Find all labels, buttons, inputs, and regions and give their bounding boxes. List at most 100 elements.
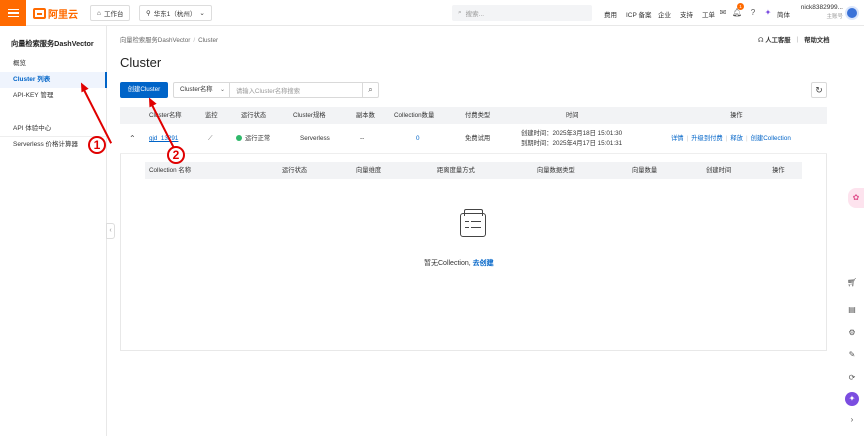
table-row: ⌃ gjd_13291 ⟋ 运行正常 Serverless -- 0 免费试用 … xyxy=(120,124,827,154)
billing-cell: 免费试用 xyxy=(465,135,491,142)
breadcrumb: 向量检索服务DashVector / Cluster xyxy=(120,37,219,44)
cluster-table-header: Cluster名称 监控 运行状态 Cluster规格 副本数 Collecti… xyxy=(120,107,827,124)
search-placeholder: 搜索... xyxy=(465,11,485,18)
annotation-marker-2: 2 xyxy=(167,146,185,164)
search-icon: ⌕ xyxy=(458,9,462,16)
page-title: Cluster xyxy=(120,55,162,70)
collection-count-link[interactable]: 0 xyxy=(416,124,420,154)
print-icon[interactable]: ▤ xyxy=(843,305,861,314)
monitor-chart-icon[interactable]: ⟋ xyxy=(208,124,212,154)
nav-link-ticket[interactable]: 工单 xyxy=(702,9,715,19)
cart-icon[interactable]: 🛒︎ xyxy=(843,278,861,287)
nav-link-icp[interactable]: ICP 备案 xyxy=(626,9,652,19)
filter-field-select[interactable]: Cluster名称 ⌄ xyxy=(174,83,230,97)
logo-mark-icon xyxy=(33,8,46,19)
menu-icon[interactable] xyxy=(0,0,26,26)
empty-state: 暂无Collection, 去创建 xyxy=(424,258,494,268)
sidebar-item-cluster-list[interactable]: Cluster 列表 xyxy=(0,72,107,88)
aliyun-logo[interactable]: 阿里云 xyxy=(33,7,78,21)
logo-text: 阿里云 xyxy=(48,10,78,21)
col-metric: 距离度量方式 xyxy=(437,167,475,174)
help-icon[interactable]: ? xyxy=(748,8,758,18)
user-name: nick8382999... xyxy=(800,4,843,11)
customer-service-link[interactable]: ☊ 人工客服 xyxy=(758,35,791,44)
region-label: 华东1（杭州） xyxy=(153,11,197,18)
collapse-row-icon[interactable]: ⌃ xyxy=(129,124,136,154)
cluster-filter: Cluster名称 ⌄ 请输入Cluster名称搜索 ⌕ xyxy=(173,82,379,98)
row-actions: 详情 | 升级到付费 | 释放 | 创建Collection xyxy=(671,135,791,142)
status-cell: 运行正常 xyxy=(236,124,270,154)
customer-service-label: 人工客服 xyxy=(765,37,791,44)
header-actions: ☊ 人工客服 | 帮助文档 xyxy=(758,35,830,44)
create-cluster-button[interactable]: 创建Cluster xyxy=(120,82,168,98)
sidebar-collapse-button[interactable]: ‹ xyxy=(106,223,115,239)
region-selector[interactable]: ⚲ 华东1（杭州） ⌄ xyxy=(139,5,212,21)
go-create-link[interactable]: 去创建 xyxy=(473,260,494,267)
col-dimension: 向量维度 xyxy=(356,167,382,174)
col-collection-actions: 操作 xyxy=(772,167,785,174)
col-vector-count: 向量数量 xyxy=(632,167,658,174)
collection-table-header: Collection 名称 运行状态 向量维度 距离度量方式 向量数据类型 向量… xyxy=(145,162,802,179)
filter-field-label: Cluster名称 xyxy=(180,86,213,93)
settings-icon[interactable]: ⚙ xyxy=(843,328,861,337)
workbench-button[interactable]: ⌂ 工作台 xyxy=(90,5,131,21)
expire-time: 到期时间：2025年4月17日 15:01:31 xyxy=(521,140,623,147)
col-spec: Cluster规格 xyxy=(293,112,326,119)
col-monitor: 监控 xyxy=(205,112,218,119)
chevron-down-icon: ⌄ xyxy=(219,87,225,93)
nav-link-support[interactable]: 支持 xyxy=(680,9,693,19)
avatar[interactable] xyxy=(845,6,859,20)
created-time: 创建时间：2025年3月18日 15:01:30 xyxy=(521,130,623,137)
col-collection-count: Collection数量 xyxy=(394,112,435,119)
details-link[interactable]: 详情 xyxy=(671,135,684,142)
replicas-cell: -- xyxy=(360,135,365,142)
language-switch[interactable]: 简体 xyxy=(777,9,790,19)
assistant-icon[interactable]: ✦ xyxy=(845,392,859,406)
sidebar: 向量检索服务DashVector 概览 Cluster 列表 API-KEY 管… xyxy=(0,26,107,436)
col-collection-status: 运行状态 xyxy=(282,167,308,174)
global-search-input[interactable]: ⌕ 搜索... xyxy=(452,5,592,21)
collection-panel xyxy=(120,154,827,351)
empty-message: 暂无Collection, xyxy=(424,260,471,267)
col-replicas: 副本数 xyxy=(356,112,375,119)
col-status: 运行状态 xyxy=(241,112,267,119)
time-cell: 创建时间：2025年3月18日 15:01:30 到期时间：2025年4月17日… xyxy=(521,129,622,149)
user-info[interactable]: nick8382999... 主账号 xyxy=(795,4,843,20)
top-bar: 阿里云 ⌂ 工作台 ⚲ 华东1（杭州） ⌄ ⌕ 搜索... 费用 ICP 备案 … xyxy=(0,0,864,26)
status-ok-icon xyxy=(236,135,242,141)
spec-cell: Serverless xyxy=(300,135,330,142)
workbench-label: 工作台 xyxy=(103,11,124,18)
ai-assistant-icon[interactable]: ✦ xyxy=(763,8,773,18)
status-text: 运行正常 xyxy=(245,135,271,142)
headset-icon: ☊ xyxy=(758,37,764,44)
sidebar-item-overview[interactable]: 概览 xyxy=(0,56,107,72)
sidebar-item-api-playground[interactable]: API 体验中心 xyxy=(0,121,107,137)
create-collection-link[interactable]: 创建Collection xyxy=(751,135,791,142)
col-time: 时间 xyxy=(566,112,579,119)
upgrade-link[interactable]: 升级到付费 xyxy=(691,135,722,142)
edit-icon[interactable]: ✎ xyxy=(843,350,861,359)
sidebar-title: 向量检索服务DashVector xyxy=(11,39,94,48)
sync-icon[interactable]: ⟳ xyxy=(843,373,861,382)
user-role: 主账号 xyxy=(826,14,843,20)
location-icon: ⚲ xyxy=(146,10,151,17)
chevron-down-icon: ⌄ xyxy=(199,10,205,17)
home-icon: ⌂ xyxy=(97,9,101,17)
ai-float-button[interactable]: ✿ xyxy=(848,188,864,208)
nav-link-enterprise[interactable]: 企业 xyxy=(658,9,671,19)
breadcrumb-current: Cluster xyxy=(198,37,219,44)
col-billing: 付费类型 xyxy=(465,112,491,119)
search-icon[interactable]: ⌕ xyxy=(362,83,378,97)
annotation-marker-1: 1 xyxy=(88,136,106,154)
nav-link-fees[interactable]: 费用 xyxy=(604,9,617,19)
release-link[interactable]: 释放 xyxy=(730,135,743,142)
col-collection-name: Collection 名称 xyxy=(149,167,191,174)
message-icon[interactable]: ✉ xyxy=(718,8,728,18)
refresh-icon[interactable]: ↻ xyxy=(811,82,827,98)
cluster-search-input[interactable]: 请输入Cluster名称搜索 xyxy=(230,86,362,95)
breadcrumb-root[interactable]: 向量检索服务DashVector xyxy=(120,37,190,44)
chevron-right-icon[interactable]: › xyxy=(843,415,861,424)
col-data-type: 向量数据类型 xyxy=(537,167,575,174)
help-docs-link[interactable]: 帮助文档 xyxy=(804,35,829,44)
col-actions: 操作 xyxy=(730,112,743,119)
